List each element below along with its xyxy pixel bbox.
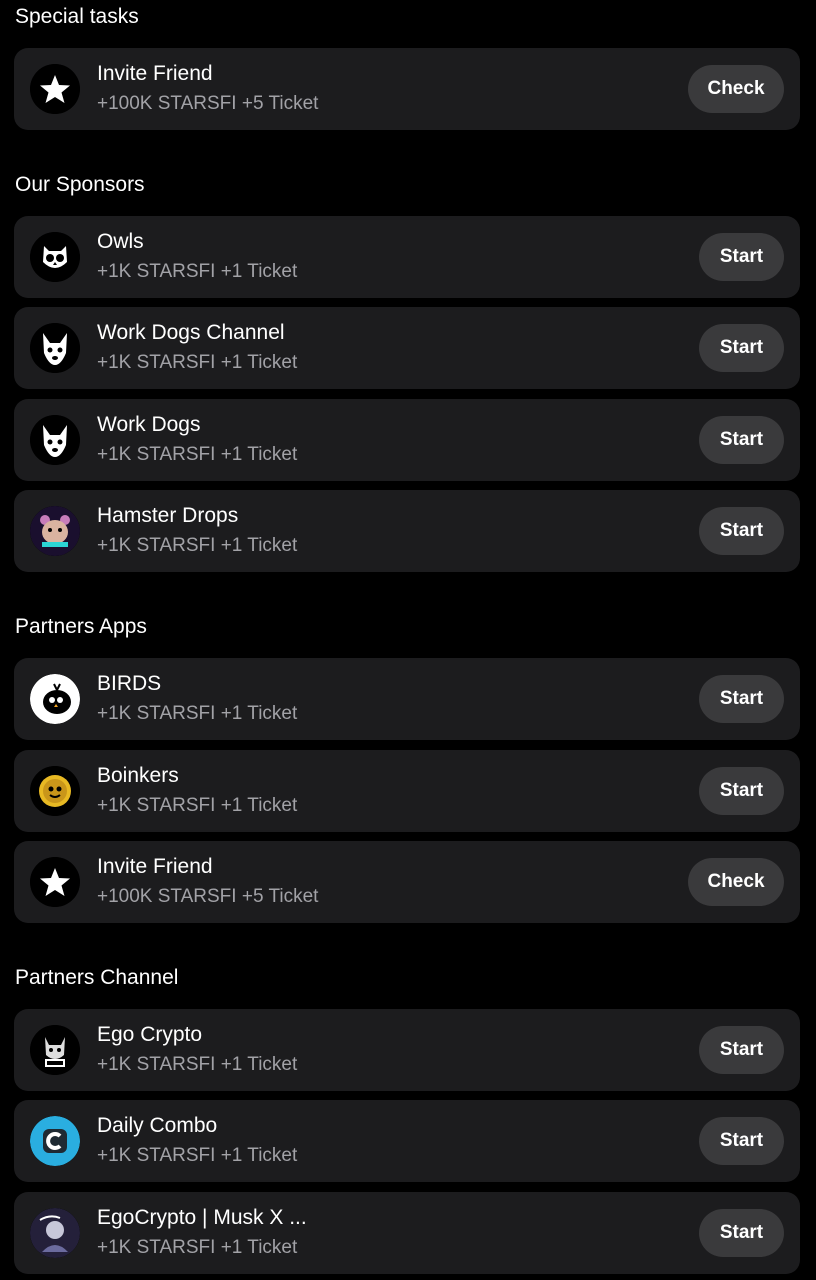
task-title: Invite Friend [97,855,213,878]
task-reward: +100K STARSFI +5 Ticket [97,886,319,907]
task-card-egocrypto-musk-x: EgoCrypto | Musk X ... +1K STARSFI +1 Ti… [14,1192,800,1274]
task-reward: +1K STARSFI +1 Ticket [97,1237,298,1258]
task-reward: +1K STARSFI +1 Ticket [97,703,298,724]
start-button[interactable]: Start [699,324,784,372]
start-button[interactable]: Start [699,1026,784,1074]
dog-icon [30,415,80,465]
task-reward: +1K STARSFI +1 Ticket [97,261,298,282]
section-title-special-tasks: Special tasks [15,5,139,28]
task-title: Invite Friend [97,62,213,85]
star-icon [30,64,80,114]
check-button[interactable]: Check [688,65,784,113]
start-button[interactable]: Start [699,507,784,555]
start-button[interactable]: Start [699,416,784,464]
section-title-partners-apps: Partners Apps [15,615,147,638]
task-card-ego-crypto: Ego Crypto +1K STARSFI +1 Ticket Start [14,1009,800,1091]
star-icon [30,857,80,907]
task-card-daily-combo: Daily Combo +1K STARSFI +1 Ticket Start [14,1100,800,1182]
task-reward: +100K STARSFI +5 Ticket [97,93,319,114]
task-card-work-dogs: Work Dogs +1K STARSFI +1 Ticket Start [14,399,800,481]
task-title: Boinkers [97,764,179,787]
task-reward: +1K STARSFI +1 Ticket [97,444,298,465]
task-card-invite-friend: Invite Friend +100K STARSFI +5 Ticket Ch… [14,48,800,130]
combo-icon [30,1116,80,1166]
task-title: Work Dogs [97,413,201,436]
start-button[interactable]: Start [699,1209,784,1257]
task-card-invite-friend-2: Invite Friend +100K STARSFI +5 Ticket Ch… [14,841,800,923]
task-card-birds: BIRDS +1K STARSFI +1 Ticket Start [14,658,800,740]
task-title: Hamster Drops [97,504,239,527]
musk-icon [30,1208,80,1258]
task-card-work-dogs-channel: Work Dogs Channel +1K STARSFI +1 Ticket … [14,307,800,389]
task-card-hamster-drops: Hamster Drops +1K STARSFI +1 Ticket Star… [14,490,800,572]
section-title-our-sponsors: Our Sponsors [15,173,145,196]
start-button[interactable]: Start [699,233,784,281]
dog-icon [30,323,80,373]
task-title: Work Dogs Channel [97,321,285,344]
bird-icon [30,674,80,724]
task-title: Owls [97,230,144,253]
owl-icon [30,232,80,282]
start-button[interactable]: Start [699,675,784,723]
ego-icon [30,1025,80,1075]
task-card-owls: Owls +1K STARSFI +1 Ticket Start [14,216,800,298]
task-reward: +1K STARSFI +1 Ticket [97,535,298,556]
task-reward: +1K STARSFI +1 Ticket [97,352,298,373]
section-title-partners-channel: Partners Channel [15,966,179,989]
check-button[interactable]: Check [688,858,784,906]
coin-icon [30,766,80,816]
task-card-boinkers: Boinkers +1K STARSFI +1 Ticket Start [14,750,800,832]
start-button[interactable]: Start [699,1117,784,1165]
task-title: BIRDS [97,672,162,695]
task-title: EgoCrypto | Musk X ... [97,1206,307,1229]
task-reward: +1K STARSFI +1 Ticket [97,1054,298,1075]
start-button[interactable]: Start [699,767,784,815]
task-title: Ego Crypto [97,1023,203,1046]
task-title: Daily Combo [97,1114,218,1137]
hamster-icon [30,506,80,556]
task-reward: +1K STARSFI +1 Ticket [97,795,298,816]
task-reward: +1K STARSFI +1 Ticket [97,1145,298,1166]
